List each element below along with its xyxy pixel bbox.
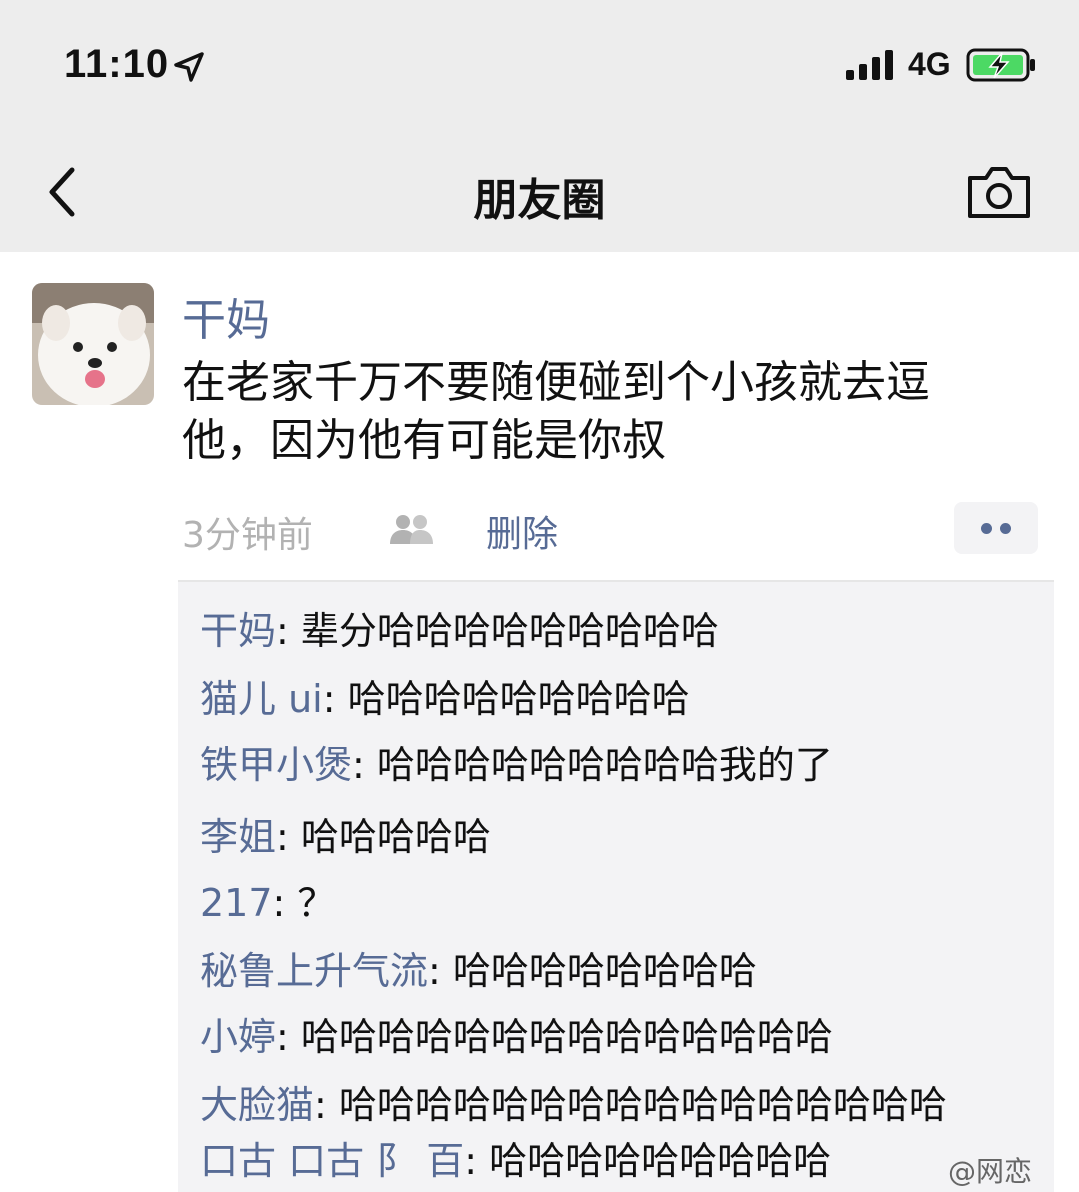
comment-author[interactable]: 小婷 <box>200 1015 276 1059</box>
signal-bars-icon <box>846 50 893 80</box>
avatar[interactable] <box>32 283 154 405</box>
comment-item[interactable]: 李姐: 哈哈哈哈哈 <box>200 806 491 861</box>
comment-author[interactable]: 口古 口古 阝 百 <box>200 1139 464 1183</box>
comment-item[interactable]: 小婷: 哈哈哈哈哈哈哈哈哈哈哈哈哈哈 <box>200 1006 833 1061</box>
status-time: 11:10 <box>64 42 170 86</box>
comment-text: 哈哈哈哈哈哈哈哈哈 <box>489 1139 832 1183</box>
battery-charging-icon <box>966 48 1035 82</box>
comment-author[interactable]: 猫儿 ui <box>200 677 323 721</box>
comment-author[interactable]: 217 <box>200 881 273 925</box>
comment-author[interactable]: 秘鲁上升气流 <box>200 949 428 993</box>
comment-text: 哈哈哈哈哈哈哈哈哈 <box>347 677 690 721</box>
comment-text: 哈哈哈哈哈哈哈哈哈哈哈哈哈哈哈哈 <box>338 1083 947 1127</box>
camera-button[interactable] <box>966 164 1032 220</box>
comment-text: 辈分哈哈哈哈哈哈哈哈哈 <box>300 609 719 653</box>
comment-author[interactable]: 李姐 <box>200 815 276 859</box>
comment-author[interactable]: 干妈 <box>200 609 276 653</box>
location-arrow-icon <box>174 52 204 82</box>
comment-text: 哈哈哈哈哈哈哈哈哈我的了 <box>376 743 833 787</box>
comment-text: 哈哈哈哈哈 <box>300 815 491 859</box>
comment-item[interactable]: 217: ？ <box>200 872 335 927</box>
dog-avatar-icon <box>32 283 154 405</box>
page-title: 朋友圈 <box>473 175 606 226</box>
weibo-watermark: @网恋 <box>948 1155 1033 1188</box>
dot-icon <box>1000 523 1011 534</box>
comment-item[interactable]: 猫儿 ui: 哈哈哈哈哈哈哈哈哈 <box>200 668 690 723</box>
comment-author[interactable]: 大脸猫 <box>200 1083 314 1127</box>
post-time: 3分钟前 <box>182 515 313 556</box>
post-text: 在老家千万不要随便碰到个小孩就去逗他，因为他有可能是你叔 <box>182 357 930 466</box>
comment-item[interactable]: 干妈: 辈分哈哈哈哈哈哈哈哈哈 <box>200 600 719 655</box>
comment-author[interactable]: 铁甲小煲 <box>200 743 352 787</box>
friends-visibility-icon <box>390 515 433 544</box>
network-type: 4G <box>908 46 951 82</box>
delete-button[interactable]: 删除 <box>486 505 558 557</box>
dot-icon <box>981 523 992 534</box>
more-actions-button[interactable] <box>954 502 1038 554</box>
comment-item[interactable]: 铁甲小煲: 哈哈哈哈哈哈哈哈哈我的了 <box>200 734 833 789</box>
status-bar: 11:10 4G <box>0 0 1079 130</box>
comment-item[interactable]: 大脸猫: 哈哈哈哈哈哈哈哈哈哈哈哈哈哈哈哈 <box>200 1074 947 1129</box>
comment-item[interactable]: 秘鲁上升气流: 哈哈哈哈哈哈哈哈 <box>200 940 757 995</box>
comments-panel: 干妈: 辈分哈哈哈哈哈哈哈哈哈 猫儿 ui: 哈哈哈哈哈哈哈哈哈 铁甲小煲: 哈… <box>178 580 1054 1192</box>
comment-item[interactable]: 口古 口古 阝 百: 哈哈哈哈哈哈哈哈哈 <box>200 1130 831 1185</box>
nav-bar: 朋友圈 <box>0 130 1079 252</box>
comment-text: 哈哈哈哈哈哈哈哈 <box>452 949 757 993</box>
post-author[interactable]: 干妈 <box>182 284 270 348</box>
comment-text: 哈哈哈哈哈哈哈哈哈哈哈哈哈哈 <box>300 1015 833 1059</box>
comment-text: ？ <box>297 881 336 925</box>
